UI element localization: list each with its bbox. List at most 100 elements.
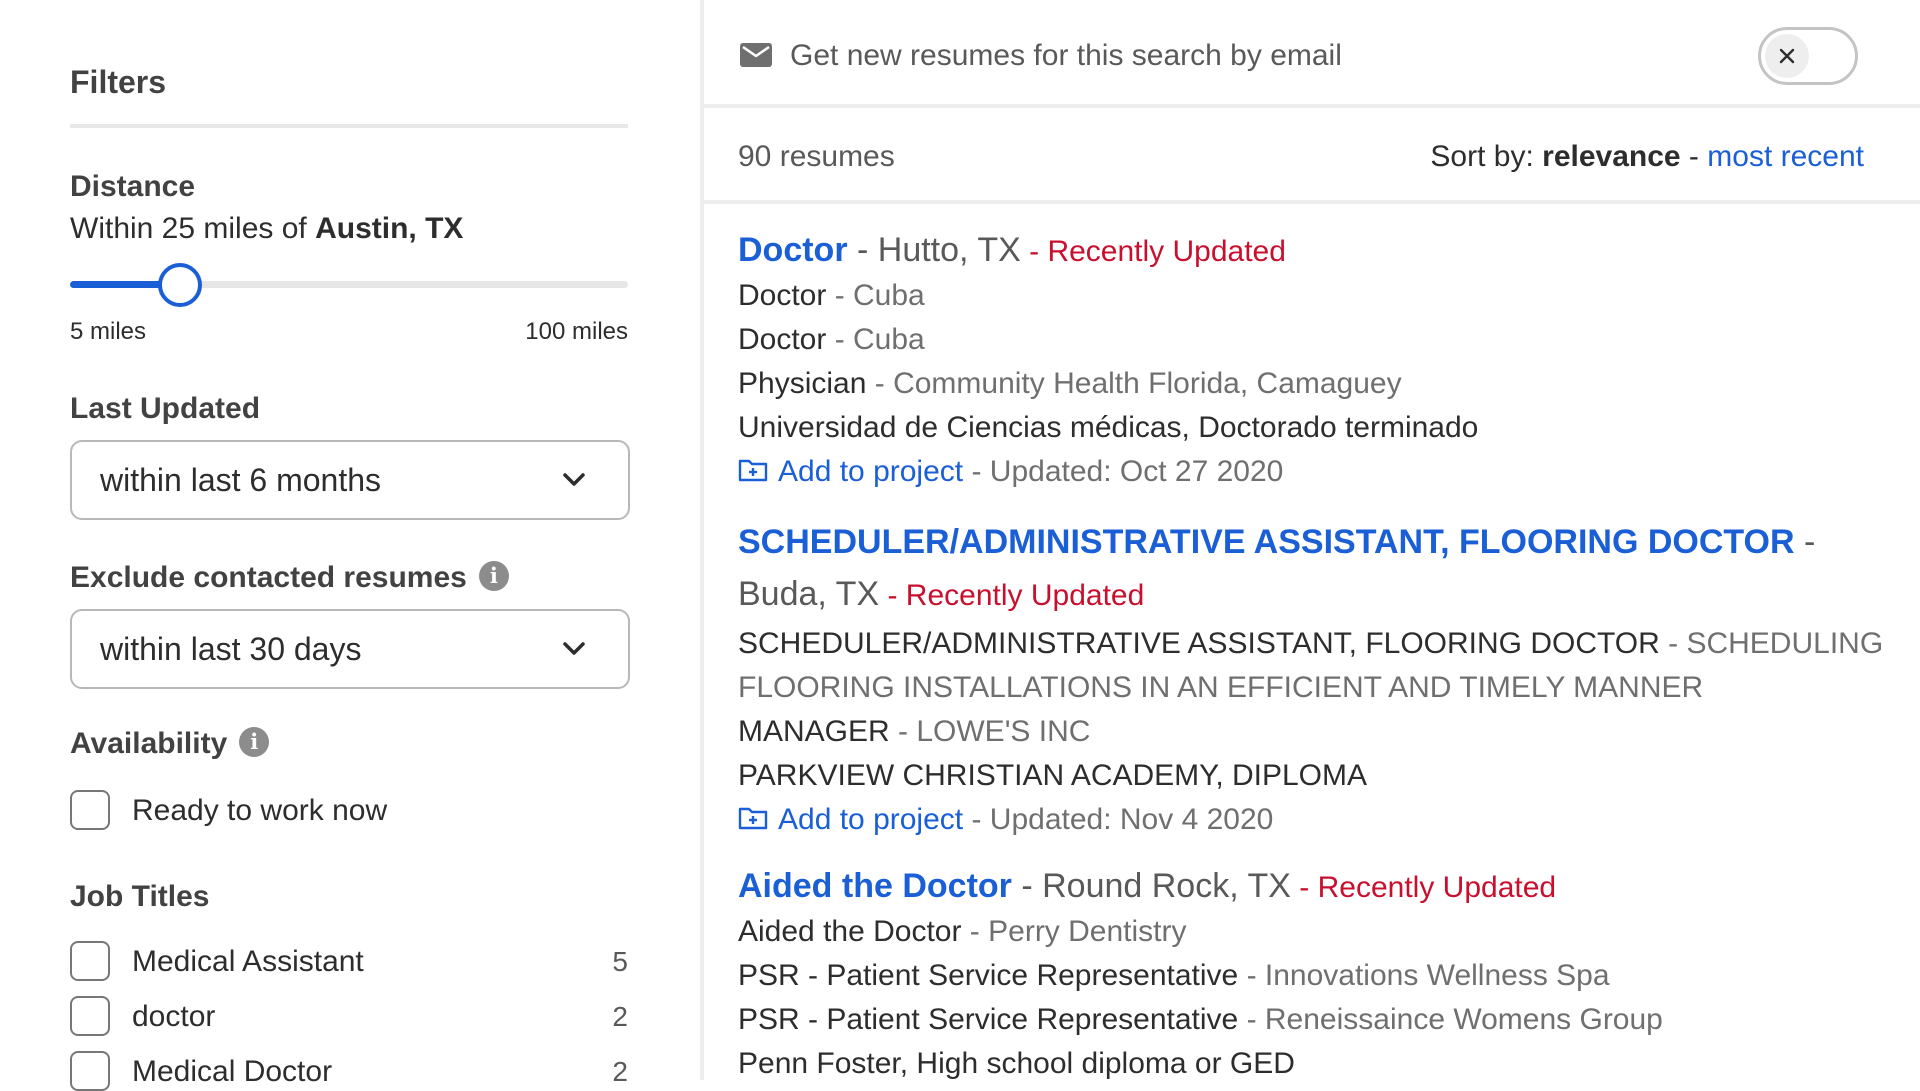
line-main: Doctor — [738, 323, 827, 356]
distance-location: Austin, TX — [315, 212, 464, 245]
result-title-link[interactable]: Doctor — [738, 231, 848, 269]
add-to-project-label[interactable]: Add to project — [778, 455, 963, 488]
result-line: MANAGER - LOWE'S INC — [738, 710, 1908, 754]
results-list: Doctor - Hutto, TX - Recently Updated Do… — [738, 228, 1908, 1080]
job-title-checkbox[interactable] — [70, 996, 110, 1036]
line-main: PSR - Patient Service Representative — [738, 1003, 1239, 1036]
job-titles-label: Job Titles — [70, 880, 210, 913]
folder-add-icon — [738, 807, 768, 830]
result-line: Aided the Doctor - Perry Dentistry — [738, 910, 1908, 954]
job-title-label[interactable]: Medical Assistant — [132, 945, 364, 979]
line-sub: - Innovations Wellness Spa — [1238, 959, 1610, 992]
result-header: Doctor - Hutto, TX - Recently Updated — [738, 228, 1908, 274]
filters-title: Filters — [70, 64, 167, 100]
job-title-label[interactable]: doctor — [132, 1000, 215, 1034]
sort-controls: Sort by: relevance - most recent — [1430, 140, 1864, 174]
slider-max-label: 100 miles — [525, 318, 628, 345]
email-alert-toggle[interactable] — [1758, 27, 1858, 85]
result-item: Aided the Doctor - Round Rock, TX - Rece… — [738, 864, 1908, 1080]
line-main: PSR - Patient Service Representative — [738, 959, 1239, 992]
result-line: Doctor - Cuba — [738, 318, 1908, 362]
line-sub: - Reneissaince Womens Group — [1238, 1003, 1663, 1036]
result-header: SCHEDULER/ADMINISTRATIVE ASSISTANT, FLOO… — [738, 516, 1908, 622]
result-header: Aided the Doctor - Round Rock, TX - Rece… — [738, 864, 1908, 910]
distance-slider[interactable] — [70, 263, 628, 307]
exclude-contacted-select[interactable]: within last 30 days — [70, 609, 630, 689]
exclude-contacted-text: Exclude contacted resumes — [70, 561, 467, 594]
result-location: - Hutto, TX — [847, 231, 1021, 269]
slider-thumb[interactable] — [158, 263, 203, 307]
line-sub: - Cuba — [826, 323, 925, 356]
ready-to-work-checkbox[interactable] — [70, 790, 110, 830]
distance-summary: Within 25 miles of Austin, TX — [70, 212, 463, 246]
line-sub: - Cuba — [826, 279, 925, 312]
email-alert-text: Get new resumes for this search by email — [790, 39, 1342, 72]
result-line: Penn Foster, High school diploma or GED — [738, 1042, 1908, 1080]
results-count: 90 resumes — [738, 140, 895, 173]
last-updated-select[interactable]: within last 6 months — [70, 440, 630, 520]
divider — [704, 104, 1920, 108]
add-to-project-link[interactable]: Add to project — [738, 803, 963, 836]
last-updated-value: within last 6 months — [100, 462, 382, 498]
filters-divider — [70, 124, 628, 128]
line-main: PARKVIEW CHRISTIAN ACADEMY, DIPLOMA — [738, 759, 1368, 792]
job-title-count: 2 — [612, 1056, 628, 1087]
result-line: PSR - Patient Service Representative - I… — [738, 954, 1908, 998]
job-title-count: 2 — [612, 1001, 628, 1032]
exclude-contacted-value: within last 30 days — [100, 631, 362, 667]
email-alert-bar: Get new resumes for this search by email — [704, 5, 1920, 105]
chevron-down-icon — [563, 642, 585, 655]
result-footer: Add to project - Updated: Nov 4 2020 — [738, 798, 1908, 842]
sort-separator: - — [1680, 140, 1708, 173]
result-title-link[interactable]: SCHEDULER/ADMINISTRATIVE ASSISTANT, FLOO… — [738, 523, 1795, 561]
recently-updated-badge: - Recently Updated — [879, 579, 1145, 612]
job-title-checkbox[interactable] — [70, 1051, 110, 1091]
chevron-down-icon — [563, 473, 585, 486]
line-main: Penn Foster, High school diploma or GED — [738, 1047, 1295, 1080]
line-main: Doctor — [738, 279, 827, 312]
sort-most-recent-link[interactable]: most recent — [1707, 140, 1864, 173]
info-icon[interactable]: i — [478, 561, 509, 592]
result-line: PSR - Patient Service Representative - R… — [738, 998, 1908, 1042]
distance-prefix: Within 25 miles of — [70, 212, 307, 245]
line-main: Physician — [738, 367, 867, 400]
sort-relevance[interactable]: relevance — [1542, 140, 1680, 173]
filters-sidebar: Filters Distance Within 25 miles of Aust… — [0, 0, 700, 1091]
result-line: Doctor - Cuba — [738, 274, 1908, 318]
updated-date: - Updated: Nov 4 2020 — [963, 803, 1274, 836]
mail-icon — [740, 43, 772, 67]
results-panel: Get new resumes for this search by email… — [704, 0, 1920, 1080]
job-title-count: 5 — [612, 946, 628, 977]
job-title-checkbox[interactable] — [70, 941, 110, 981]
line-main: Universidad de Ciencias médicas, Doctora… — [738, 411, 1479, 444]
line-sub: - Community Health Florida, Camaguey — [866, 367, 1402, 400]
result-line: Physician - Community Health Florida, Ca… — [738, 362, 1908, 406]
info-icon[interactable]: i — [239, 727, 270, 758]
recently-updated-badge: - Recently Updated — [1290, 871, 1557, 904]
line-main: MANAGER — [738, 715, 890, 748]
slider-min-label: 5 miles — [70, 318, 147, 345]
divider — [704, 200, 1920, 204]
result-line: SCHEDULER/ADMINISTRATIVE ASSISTANT, FLOO… — [738, 622, 1908, 710]
line-sub: - Perry Dentistry — [961, 915, 1187, 948]
toggle-knob[interactable] — [1765, 34, 1809, 78]
distance-label: Distance — [70, 170, 196, 203]
exclude-contacted-label: Exclude contacted resumes i — [70, 561, 509, 595]
result-title-link[interactable]: Aided the Doctor — [738, 867, 1012, 905]
updated-date: - Updated: Oct 27 2020 — [963, 455, 1284, 488]
job-title-label[interactable]: Medical Doctor — [132, 1055, 332, 1089]
result-footer: Add to project - Updated: Oct 27 2020 — [738, 450, 1908, 494]
add-to-project-label[interactable]: Add to project — [778, 803, 963, 836]
availability-text: Availability — [70, 727, 228, 760]
ready-to-work-label[interactable]: Ready to work now — [132, 794, 387, 828]
availability-label: Availability i — [70, 727, 270, 761]
result-location: - Round Rock, TX — [1011, 867, 1291, 905]
result-line: Universidad de Ciencias médicas, Doctora… — [738, 406, 1908, 450]
line-sub: - LOWE'S INC — [889, 715, 1091, 748]
result-item: SCHEDULER/ADMINISTRATIVE ASSISTANT, FLOO… — [738, 516, 1908, 842]
sort-label: Sort by: — [1430, 140, 1534, 173]
recently-updated-badge: - Recently Updated — [1020, 235, 1286, 268]
result-item: Doctor - Hutto, TX - Recently Updated Do… — [738, 228, 1908, 494]
line-main: SCHEDULER/ADMINISTRATIVE ASSISTANT, FLOO… — [738, 627, 1660, 660]
add-to-project-link[interactable]: Add to project — [738, 455, 963, 488]
